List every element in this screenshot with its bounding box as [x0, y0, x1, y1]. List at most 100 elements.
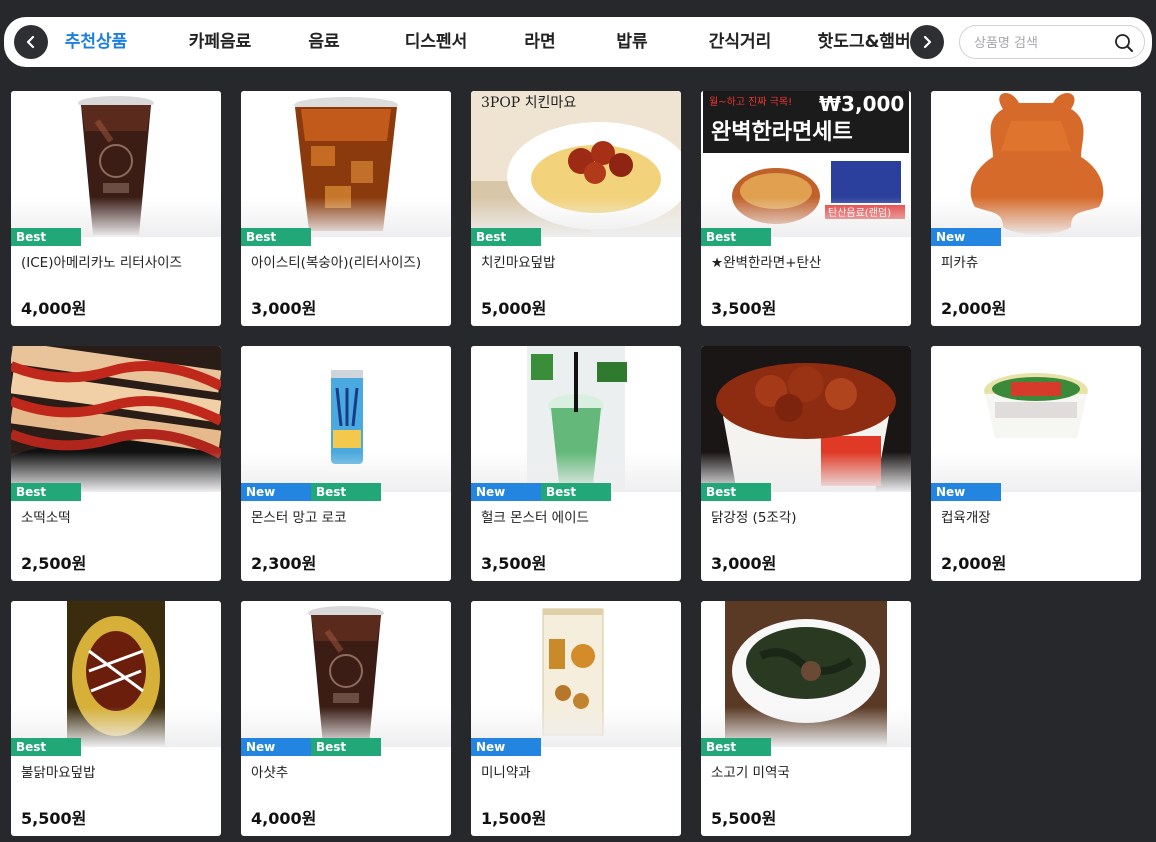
badge-group: New [931, 228, 1001, 246]
product-image-cup-noodle [931, 346, 1141, 492]
product-name: ★완벽한라면+탄산 [711, 255, 822, 271]
chevron-left-icon [26, 35, 35, 49]
product-card[interactable]: Best 소떡소떡 2,500원 [11, 346, 221, 581]
product-card[interactable]: Best (ICE)아메리카노 리터사이즈 4,000원 [11, 91, 221, 326]
product-price: 2,000원 [941, 554, 1007, 573]
chevron-right-icon [923, 35, 932, 49]
product-image-green-ade [471, 346, 681, 492]
svg-text:3POP 치킨마요: 3POP 치킨마요 [481, 95, 576, 111]
product-image-chicken-mayo-rice: 3POP 치킨마요 [471, 91, 681, 237]
product-name: 아샷추 [251, 765, 289, 781]
category-nav-bar: 추천상품 카페음료 음료 디스펜서 라면 밥류 간식거리 핫도그&햄버거 [4, 17, 1152, 67]
product-name: (ICE)아메리카노 리터사이즈 [21, 255, 182, 271]
product-name: 컵육개장 [941, 510, 991, 526]
svg-text:완벽한라면세트: 완벽한라면세트 [711, 120, 853, 145]
product-price: 2,000원 [941, 299, 1007, 318]
best-badge: Best [541, 483, 611, 501]
new-badge: New [931, 228, 1001, 246]
svg-text:₩3,000: ₩3,000 [819, 92, 904, 116]
product-price: 4,000원 [21, 299, 87, 318]
product-price: 3,500원 [711, 299, 777, 318]
product-image-sotteok [11, 346, 221, 492]
search-input[interactable] [974, 32, 1114, 54]
badge-group: Best [701, 738, 771, 756]
best-badge: Best [701, 483, 771, 501]
product-card[interactable]: 월~하고 진짜 극목! ₩3,000 완벽한라면세트 탄산음료(랜덤) Best… [701, 91, 911, 326]
next-category-button[interactable] [910, 25, 944, 59]
product-name: 몬스터 망고 로코 [251, 510, 347, 526]
product-name: 소고기 미역국 [711, 765, 790, 781]
product-price: 3,500원 [481, 554, 547, 573]
product-price: 2,500원 [21, 554, 87, 573]
tab-라면[interactable]: 라면 [524, 17, 555, 67]
product-card[interactable]: New 피카츄 2,000원 [931, 91, 1141, 326]
tab-핫도그&햄버거[interactable]: 핫도그&햄버거 [818, 17, 910, 67]
tab-밥류[interactable]: 밥류 [616, 17, 647, 67]
best-badge: Best [311, 738, 381, 756]
tab-추천상품[interactable]: 추천상품 [65, 17, 128, 67]
product-name: 헐크 몬스터 에이드 [481, 510, 589, 526]
best-badge: Best [471, 228, 541, 246]
badge-group: New [931, 483, 1001, 501]
product-card[interactable]: Best 불닭마요덮밥 5,500원 [11, 601, 221, 836]
new-badge: New [241, 738, 311, 756]
new-badge: New [471, 738, 541, 756]
product-price: 5,500원 [711, 809, 777, 828]
product-price: 5,500원 [21, 809, 87, 828]
product-image-iced-tea-shot [241, 601, 451, 747]
product-image-seaweed-soup [701, 601, 911, 747]
best-badge: Best [11, 738, 81, 756]
badge-group: Best [11, 738, 81, 756]
product-name: 닭강정 (5조각) [711, 510, 797, 526]
tab-간식거리[interactable]: 간식거리 [709, 17, 772, 67]
product-card[interactable]: Best 닭강정 (5조각) 3,000원 [701, 346, 911, 581]
tab-음료[interactable]: 음료 [308, 17, 339, 67]
best-badge: Best [241, 228, 311, 246]
tab-디스펜서[interactable]: 디스펜서 [405, 17, 468, 67]
product-card[interactable]: New 컵육개장 2,000원 [931, 346, 1141, 581]
badge-group: New Best [471, 483, 611, 501]
category-tabs: 추천상품 카페음료 음료 디스펜서 라면 밥류 간식거리 핫도그&햄버거 [54, 17, 910, 67]
product-image-iced-tea [241, 91, 451, 237]
best-badge: Best [11, 228, 81, 246]
badge-group: Best [701, 483, 771, 501]
badge-group: Best [701, 228, 771, 246]
new-badge: New [241, 483, 311, 501]
product-price: 3,000원 [711, 554, 777, 573]
product-price: 1,500원 [481, 809, 547, 828]
product-image-iced-americano [11, 91, 221, 237]
product-image-mini-yakgwa [471, 601, 681, 747]
new-badge: New [471, 483, 541, 501]
badge-group: Best [11, 483, 81, 501]
product-card[interactable]: New Best 아샷추 4,000원 [241, 601, 451, 836]
product-card[interactable]: New Best 헐크 몬스터 에이드 3,500원 [471, 346, 681, 581]
product-card[interactable]: Best 소고기 미역국 5,500원 [701, 601, 911, 836]
product-card[interactable]: New Best 몬스터 망고 로코 2,300원 [241, 346, 451, 581]
badge-group: Best [11, 228, 81, 246]
tab-카페음료[interactable]: 카페음료 [189, 17, 252, 67]
badge-group: Best [471, 228, 541, 246]
new-badge: New [931, 483, 1001, 501]
product-card[interactable]: New 미니약과 1,500원 [471, 601, 681, 836]
svg-text:월~하고 진짜 극목!: 월~하고 진짜 극목! [709, 95, 792, 108]
category-tabs-viewport: 추천상품 카페음료 음료 디스펜서 라면 밥류 간식거리 핫도그&햄버거 [54, 17, 910, 67]
product-name: 치킨마요덮밥 [481, 255, 556, 271]
product-name: 미니약과 [481, 765, 531, 781]
product-name: 아이스티(복숭아)(리터사이즈) [251, 255, 422, 271]
prev-category-button[interactable] [14, 25, 48, 59]
product-price: 5,000원 [481, 299, 547, 318]
badge-group: Best [241, 228, 311, 246]
product-image-bear-cutlet [931, 91, 1141, 237]
product-card[interactable]: Best 아이스티(복숭아)(리터사이즈) 3,000원 [241, 91, 451, 326]
product-card[interactable]: 3POP 치킨마요 Best 치킨마요덮밥 5,000원 [471, 91, 681, 326]
best-badge: Best [11, 483, 81, 501]
product-image-ramen-set: 월~하고 진짜 극목! ₩3,000 완벽한라면세트 탄산음료(랜덤) [701, 91, 911, 237]
search-icon[interactable] [1114, 33, 1134, 53]
product-image-chicken-bucket [701, 346, 911, 492]
product-image-energy-can [241, 346, 451, 492]
product-name: 불닭마요덮밥 [21, 765, 96, 781]
product-name: 피카츄 [941, 255, 979, 271]
best-badge: Best [701, 738, 771, 756]
best-badge: Best [311, 483, 381, 501]
badge-group: New Best [241, 483, 381, 501]
